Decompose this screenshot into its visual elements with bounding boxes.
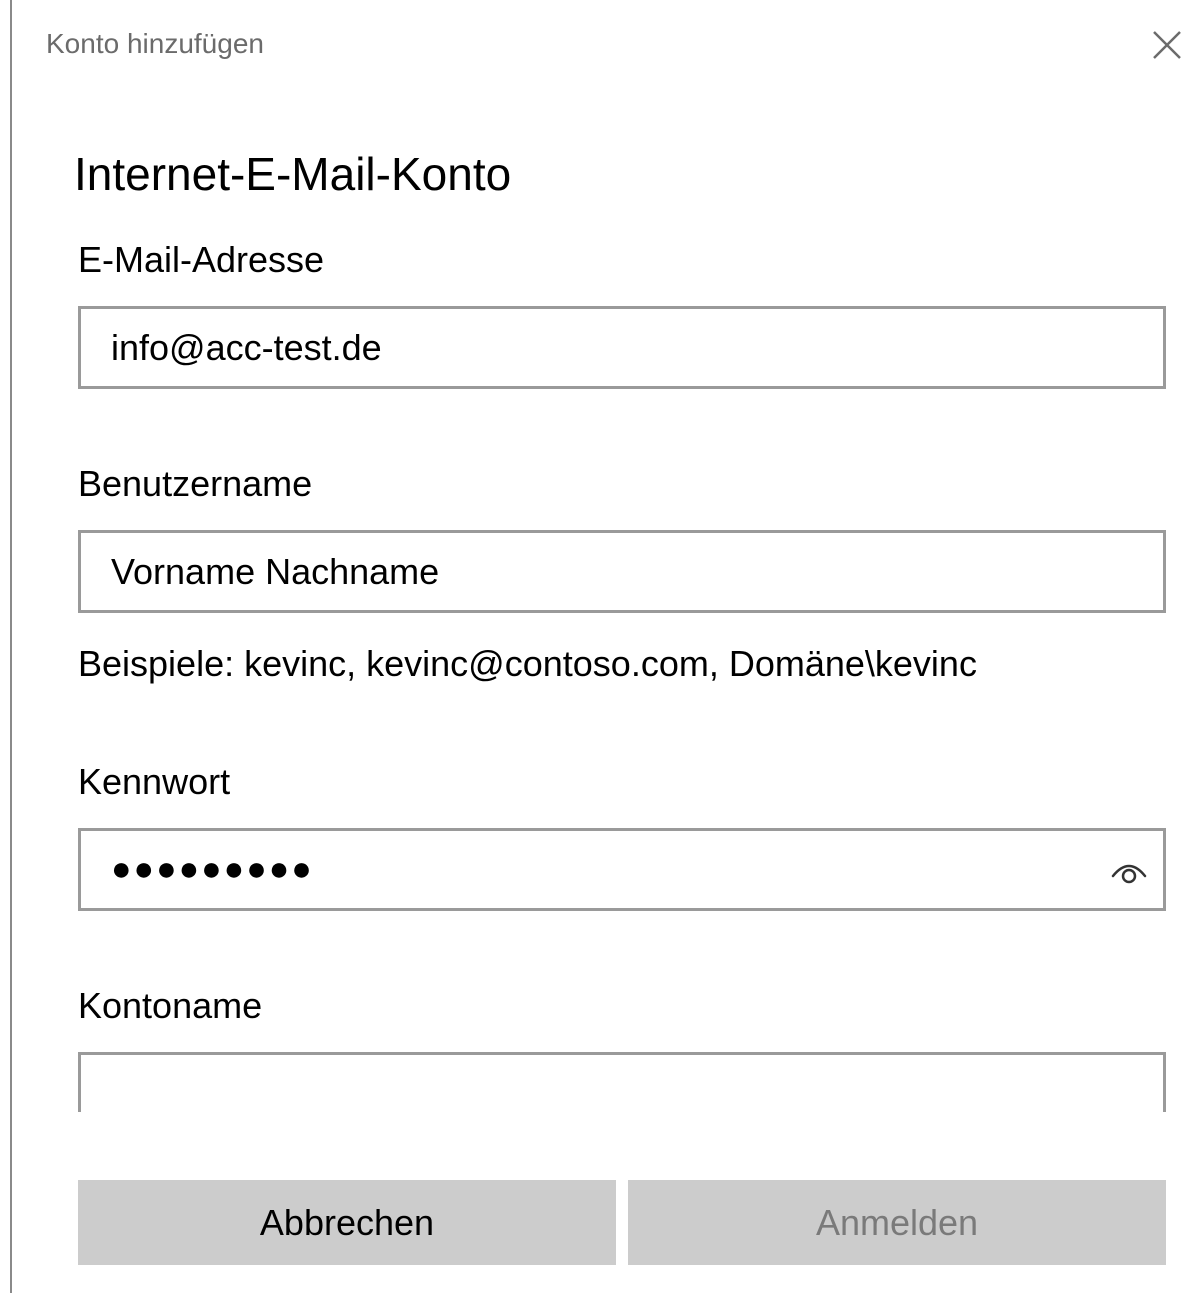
- eye-icon: [1111, 864, 1147, 884]
- password-value: ●●●●●●●●●: [111, 850, 314, 888]
- username-field[interactable]: Vorname Nachname: [78, 530, 1166, 613]
- username-hint: Beispiele: kevinc, kevinc@contoso.com, D…: [78, 643, 977, 684]
- password-field[interactable]: ●●●●●●●●●: [78, 828, 1166, 911]
- reveal-password-button[interactable]: [1107, 850, 1151, 890]
- close-button[interactable]: [1144, 22, 1188, 66]
- window-title: Konto hinzufügen: [46, 28, 264, 59]
- account-name-label: Kontoname: [78, 985, 263, 1026]
- username-label: Benutzername: [78, 463, 313, 504]
- sign-in-button[interactable]: Anmelden: [628, 1180, 1166, 1265]
- email-value: info@acc-test.de: [111, 327, 382, 368]
- password-label: Kennwort: [78, 761, 231, 802]
- username-value: Vorname Nachname: [111, 551, 440, 592]
- window-left-border: [10, 0, 12, 1293]
- add-account-dialog: Konto hinzufügen Internet-E-Mail-Konto E…: [0, 0, 1188, 1293]
- account-name-field[interactable]: [78, 1052, 1166, 1112]
- cancel-button[interactable]: Abbrechen: [78, 1180, 616, 1265]
- email-label: E-Mail-Adresse: [78, 239, 325, 280]
- email-field[interactable]: info@acc-test.de: [78, 306, 1166, 389]
- page-title: Internet-E-Mail-Konto: [74, 148, 512, 200]
- close-icon: [1153, 31, 1181, 59]
